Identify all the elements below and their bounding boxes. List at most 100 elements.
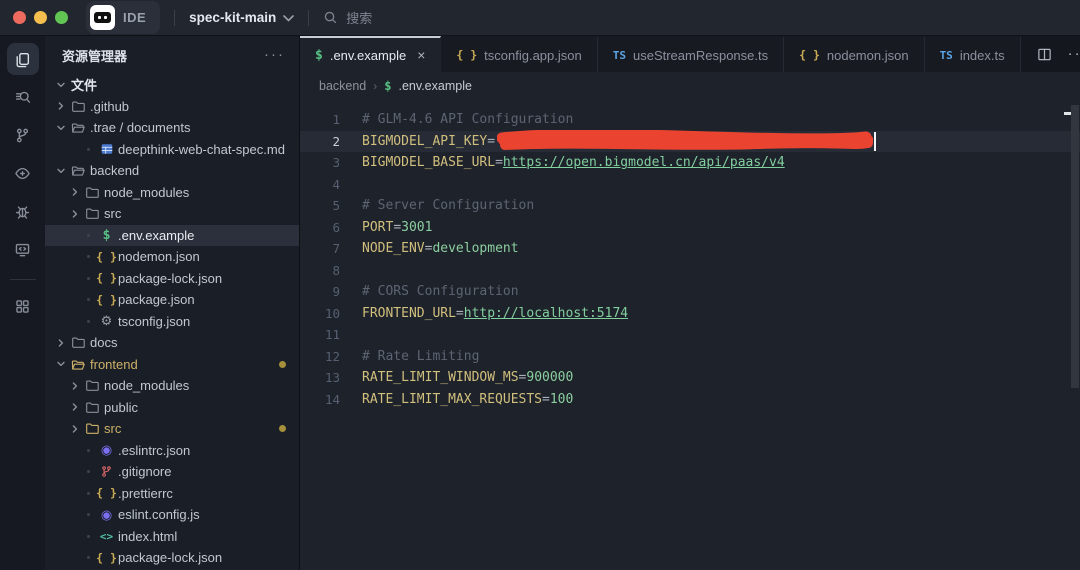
code-line-2[interactable]: 2BIGMODEL_API_KEY= [300,131,1080,153]
tree-item-package-lock-json[interactable]: { }package-lock.json [45,268,299,290]
zoom-window-button[interactable] [55,11,68,24]
code-line-3[interactable]: 3BIGMODEL_BASE_URL=https://open.bigmodel… [300,152,1080,174]
git-branch-icon [14,127,31,144]
eslint-icon: ◉ [97,442,116,458]
activity-extensions-button[interactable] [7,290,39,322]
code-line-12[interactable]: 12# Rate Limiting [300,346,1080,368]
token-key: NODE_ENV [362,241,425,256]
line-number: 2 [300,134,340,149]
tab-env-example[interactable]: $.env.example× [300,36,441,72]
chevron-right-icon [67,424,83,434]
close-window-button[interactable] [13,11,26,24]
tree-item-deepthink-web-chat-spec-md[interactable]: deepthink-web-chat-spec.md [45,139,299,161]
code-line-10[interactable]: 10FRONTEND_URL=http://localhost:5174 [300,303,1080,325]
token-op: = [542,392,550,407]
code-line-8[interactable]: 8 [300,260,1080,282]
tree-item-src[interactable]: src [45,203,299,225]
code-line-13[interactable]: 13RATE_LIMIT_WINDOW_MS=900000 [300,367,1080,389]
activity-remote-button[interactable] [7,233,39,265]
code-editor[interactable]: 1# GLM-4.6 API Configuration2BIGMODEL_AP… [300,99,1080,570]
more-actions-button[interactable]: ··· [1068,50,1080,58]
gear-icon: ⚙ [97,313,116,329]
tree-item-public[interactable]: public [45,397,299,419]
code-line-6[interactable]: 6PORT=3001 [300,217,1080,239]
breadcrumb[interactable]: backend › $ .env.example [300,72,1080,99]
line-number: 12 [300,349,340,364]
chevron-down-icon [53,166,69,176]
file-bullet [87,298,90,301]
code-line-4[interactable]: 4 [300,174,1080,196]
overview-ruler-cursor-mark [1064,112,1071,115]
token-url: http://localhost:5174 [464,306,628,321]
file-tree: 文件 .github .trae / documentsdeepthink-web-… [45,74,299,570]
scrollbar-thumb[interactable] [1071,105,1079,388]
sidebar-explorer: 资源管理器 ··· 文件.github.trae / documentsdeep… [45,36,300,570]
tree-item-eslint-config-js[interactable]: ◉eslint.config.js [45,504,299,526]
tree-item-src[interactable]: src [45,418,299,440]
tree-item-nodemon-json[interactable]: { }nodemon.json [45,246,299,268]
activity-watch-button[interactable] [7,157,39,189]
folder-open-icon [69,163,88,178]
tree-item-label: node_modules [104,378,189,393]
chevron-down-icon [283,15,294,22]
eye-plus-icon [14,165,31,182]
tree-item-index-html[interactable]: <>index.html [45,526,299,548]
tree-item-docs[interactable]: docs [45,332,299,354]
code-line-9[interactable]: 9# CORS Configuration [300,281,1080,303]
tree-item-label: .github [90,99,129,114]
tree-item-prettierrc[interactable]: { }.prettierrc [45,483,299,505]
tree-item-package-lock-json[interactable]: { }package-lock.json [45,547,299,569]
activity-debug-button[interactable] [7,195,39,227]
tree-item-node-modules[interactable]: node_modules [45,182,299,204]
tree-item-gitignore[interactable]: .gitignore [45,461,299,483]
tree-item-trae-documents[interactable]: .trae / documents [45,117,299,139]
sidebar-more-button[interactable]: ··· [264,51,285,59]
tab-usestreamresponse-ts[interactable]: TSuseStreamResponse.ts [598,36,784,72]
tree-item-eslintrc-json[interactable]: ◉.eslintrc.json [45,440,299,462]
tree-item-backend[interactable]: backend [45,160,299,182]
code-line-1[interactable]: 1# GLM-4.6 API Configuration [300,109,1080,131]
code-line-7[interactable]: 7NODE_ENV=development [300,238,1080,260]
line-number: 10 [300,306,340,321]
tree-item-package-json[interactable]: { }package.json [45,289,299,311]
chevron-right-icon [67,402,83,412]
minimize-window-button[interactable] [34,11,47,24]
global-search[interactable]: 搜索 [323,8,372,27]
split-editor-button[interactable] [1037,47,1052,62]
tree-item-label: frontend [90,357,138,372]
tree-item-文件[interactable]: 文件 [45,74,299,96]
token-key: BIGMODEL_BASE_URL [362,155,495,170]
folder-open-icon [69,357,88,372]
tree-item-node-modules[interactable]: node_modules [45,375,299,397]
tree-item-frontend[interactable]: frontend [45,354,299,376]
tree-item-tsconfig-json[interactable]: ⚙tsconfig.json [45,311,299,333]
ide-logo-button[interactable]: IDE [86,1,160,34]
token-num: 100 [550,392,573,407]
tab-nodemon-json[interactable]: { }nodemon.json [784,36,924,72]
activity-search-button[interactable] [7,81,39,113]
tab-index-ts[interactable]: TSindex.ts [925,36,1021,72]
tab-tsconfig-app-json[interactable]: { }tsconfig.app.json [441,36,597,72]
tree-item-label: public [104,400,138,415]
close-tab-icon[interactable]: × [417,47,425,63]
braces-icon: { } [97,271,116,285]
chevron-down-icon [53,80,69,90]
line-number: 3 [300,155,340,170]
tree-item-github[interactable]: .github [45,96,299,118]
tree-item-label: src [104,421,121,436]
line-number: 8 [300,263,340,278]
code-line-11[interactable]: 11 [300,324,1080,346]
activity-source-control-button[interactable] [7,119,39,151]
breadcrumb-folder[interactable]: backend [319,79,366,93]
eslint-icon: ◉ [97,507,116,523]
activity-explorer-button[interactable] [7,43,39,75]
breadcrumb-file[interactable]: .env.example [399,79,472,93]
window-controls [0,11,82,24]
project-switcher[interactable]: spec-kit-main [189,10,294,25]
file-bullet [87,320,90,323]
code-line-5[interactable]: 5# Server Configuration [300,195,1080,217]
ide-label: IDE [123,10,146,25]
code-line-14[interactable]: 14RATE_LIMIT_MAX_REQUESTS=100 [300,389,1080,411]
tree-item-env-example[interactable]: $.env.example [45,225,299,247]
monitor-code-icon [14,241,31,258]
